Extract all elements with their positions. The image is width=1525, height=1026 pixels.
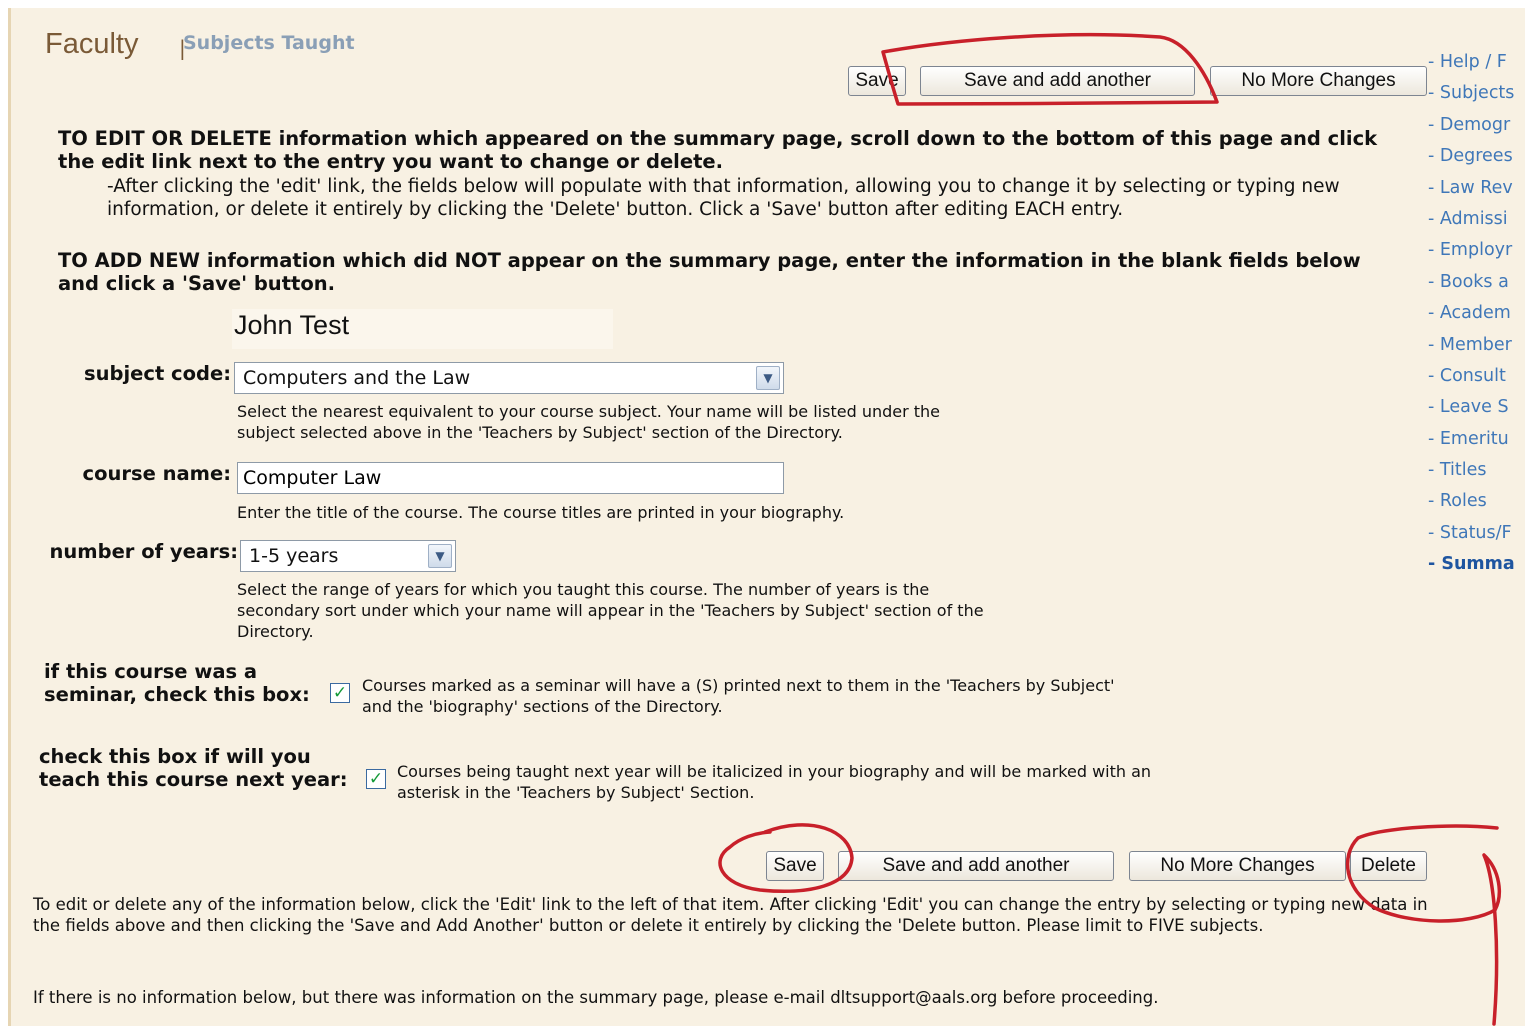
footer-edit-note: To edit or delete any of the information… bbox=[33, 895, 1428, 935]
seminar-label-line2: seminar, check this box: bbox=[44, 683, 310, 706]
footer-email-note: If there is no information below, but th… bbox=[33, 988, 1159, 1007]
add-instructions: TO ADD NEW information which did NOT app… bbox=[58, 249, 1361, 295]
page-frame: Faculty | Subjects Taught Save Save and … bbox=[8, 8, 1525, 1026]
edit-instructions-detail: -After clicking the 'edit' link, the fie… bbox=[107, 176, 1340, 220]
subject-code-value: Computers and the Law bbox=[243, 367, 471, 389]
checkmark-icon: ✓ bbox=[332, 682, 348, 703]
save-button-top[interactable]: Save bbox=[848, 66, 906, 96]
save-button-bottom[interactable]: Save bbox=[766, 851, 824, 881]
sidebar-item-leave[interactable]: - Leave S bbox=[1428, 397, 1515, 428]
course-name-label: course name: bbox=[82, 462, 231, 485]
number-of-years-select[interactable]: 1-5 years ▼ bbox=[240, 540, 456, 572]
number-of-years-value: 1-5 years bbox=[249, 545, 339, 567]
sidebar-item-consult[interactable]: - Consult bbox=[1428, 366, 1515, 397]
sidebar-item-demographics[interactable]: - Demogr bbox=[1428, 115, 1515, 146]
sidebar-item-books[interactable]: - Books a bbox=[1428, 272, 1515, 303]
edit-instructions: TO EDIT OR DELETE information which appe… bbox=[58, 127, 1378, 173]
page-subtitle: Subjects Taught bbox=[183, 32, 355, 54]
save-and-add-another-button-bottom[interactable]: Save and add another bbox=[838, 851, 1114, 881]
subject-code-label: subject code: bbox=[84, 362, 231, 385]
number-of-years-label: number of years: bbox=[49, 540, 238, 563]
save-and-add-another-button-top[interactable]: Save and add another bbox=[920, 66, 1195, 96]
seminar-label: if this course was a seminar, check this… bbox=[44, 660, 310, 706]
person-name: John Test bbox=[232, 309, 613, 349]
sidebar-item-law-review[interactable]: - Law Rev bbox=[1428, 178, 1515, 209]
seminar-label-line1: if this course was a bbox=[44, 660, 258, 683]
seminar-help: Courses marked as a seminar will have a … bbox=[362, 676, 1115, 716]
number-of-years-help: Select the range of years for which you … bbox=[237, 580, 984, 641]
sidebar-item-roles[interactable]: - Roles bbox=[1428, 491, 1515, 522]
subject-code-select[interactable]: Computers and the Law ▼ bbox=[234, 362, 784, 394]
sidebar-item-admissions[interactable]: - Admissi bbox=[1428, 209, 1515, 240]
sidebar-item-degrees[interactable]: - Degrees bbox=[1428, 146, 1515, 177]
sidebar-item-titles[interactable]: - Titles bbox=[1428, 460, 1515, 491]
subject-code-help: Select the nearest equivalent to your co… bbox=[237, 402, 941, 442]
sidebar-item-emeritus[interactable]: - Emeritu bbox=[1428, 429, 1515, 460]
no-more-changes-button-bottom[interactable]: No More Changes bbox=[1129, 851, 1346, 881]
sidebar-item-summary[interactable]: - Summa bbox=[1428, 554, 1515, 585]
sidebar-item-status[interactable]: - Status/F bbox=[1428, 523, 1515, 554]
sidebar-nav: - Help / F - Subjects - Demogr - Degrees… bbox=[1428, 52, 1515, 586]
sidebar-item-help[interactable]: - Help / F bbox=[1428, 52, 1515, 83]
seminar-checkbox[interactable]: ✓ bbox=[330, 683, 350, 703]
checkmark-icon: ✓ bbox=[368, 768, 384, 789]
delete-button[interactable]: Delete bbox=[1350, 851, 1427, 881]
chevron-down-icon[interactable]: ▼ bbox=[756, 366, 780, 390]
page-title: Faculty bbox=[45, 28, 139, 60]
next-year-label-line2: teach this course next year: bbox=[39, 768, 348, 791]
next-year-label-line1: check this box if will you bbox=[39, 745, 311, 768]
course-name-help: Enter the title of the course. The cours… bbox=[237, 503, 845, 522]
sidebar-item-employment[interactable]: - Employr bbox=[1428, 240, 1515, 271]
sidebar-item-subjects[interactable]: - Subjects bbox=[1428, 83, 1515, 114]
next-year-label: check this box if will you teach this co… bbox=[39, 745, 348, 791]
next-year-help: Courses being taught next year will be i… bbox=[397, 762, 1152, 802]
next-year-checkbox[interactable]: ✓ bbox=[366, 769, 386, 789]
sidebar-item-member[interactable]: - Member bbox=[1428, 335, 1515, 366]
no-more-changes-button-top[interactable]: No More Changes bbox=[1210, 66, 1427, 96]
sidebar-item-academic[interactable]: - Academ bbox=[1428, 303, 1515, 334]
course-name-input[interactable] bbox=[237, 462, 784, 494]
chevron-down-icon[interactable]: ▼ bbox=[428, 544, 452, 568]
